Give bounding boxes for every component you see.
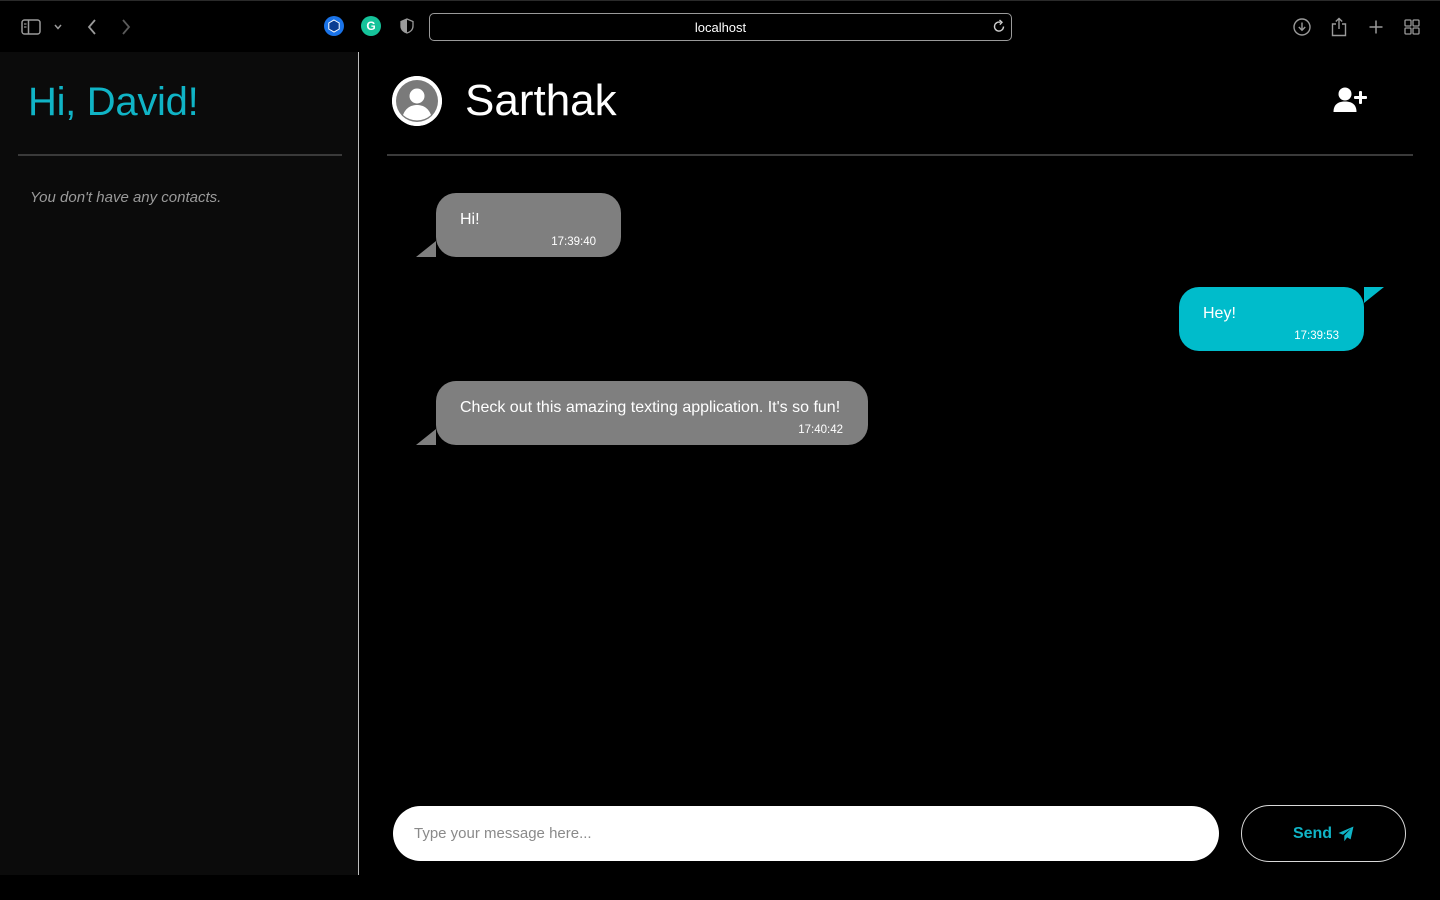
shield-icon[interactable]	[397, 16, 417, 36]
back-arrow-icon[interactable]	[84, 15, 100, 39]
bubble-tail	[416, 241, 436, 257]
bubble-tail	[416, 429, 436, 445]
bubble-tail	[1364, 287, 1384, 303]
contacts-sidebar: Hi, David! You don't have any contacts.	[0, 52, 359, 875]
sidebar-divider	[18, 154, 342, 156]
message-bubble-outgoing: Hey! 17:39:53	[1179, 287, 1384, 351]
message-bubble-incoming: Check out this amazing texting applicati…	[416, 381, 868, 445]
send-button[interactable]: Send	[1241, 805, 1406, 862]
message-bubble-incoming: Hi! 17:39:40	[416, 193, 621, 257]
send-label: Send	[1292, 824, 1333, 842]
message-composer: Send	[360, 804, 1440, 864]
grammarly-icon[interactable]: G	[361, 16, 381, 36]
reload-icon[interactable]	[992, 18, 1006, 39]
browser-toolbar: G localhost	[0, 0, 1440, 52]
empty-contacts-message: You don't have any contacts.	[30, 189, 222, 206]
sidebar-toggle-icon[interactable]	[20, 15, 42, 39]
message-text: Hi!	[460, 211, 480, 228]
new-tab-icon[interactable]	[1367, 15, 1385, 39]
forward-arrow-icon[interactable]	[118, 15, 134, 39]
message-timestamp: 17:39:40	[551, 236, 596, 248]
avatar	[392, 76, 442, 126]
add-user-icon	[1333, 87, 1367, 112]
contact-name: Sarthak	[465, 76, 617, 125]
privacy-extension-icon[interactable]	[324, 16, 344, 36]
message-input[interactable]	[393, 806, 1219, 861]
message-text: Hey!	[1203, 305, 1236, 322]
paper-plane-icon	[1338, 826, 1354, 841]
message-text: Check out this amazing texting applicati…	[460, 399, 841, 416]
chat-header: Sarthak	[360, 52, 1440, 156]
chevron-down-icon[interactable]	[52, 15, 64, 39]
message-timestamp: 17:40:42	[798, 424, 843, 436]
address-bar[interactable]: localhost	[429, 13, 1012, 41]
window-bottom-edge	[0, 875, 1440, 900]
chat-panel: Sarthak Hi! 17:39:40 Hey! 17:39:53 Check…	[360, 52, 1440, 875]
url-text: localhost	[694, 19, 747, 35]
tab-overview-icon[interactable]	[1403, 15, 1421, 39]
user-avatar-icon	[392, 76, 442, 126]
greeting-title: Hi, David!	[28, 80, 199, 124]
share-icon[interactable]	[1330, 15, 1348, 39]
message-timestamp: 17:39:53	[1294, 330, 1339, 342]
add-contact-button[interactable]	[1332, 84, 1368, 116]
header-divider	[387, 154, 1413, 156]
downloads-icon[interactable]	[1292, 15, 1312, 39]
